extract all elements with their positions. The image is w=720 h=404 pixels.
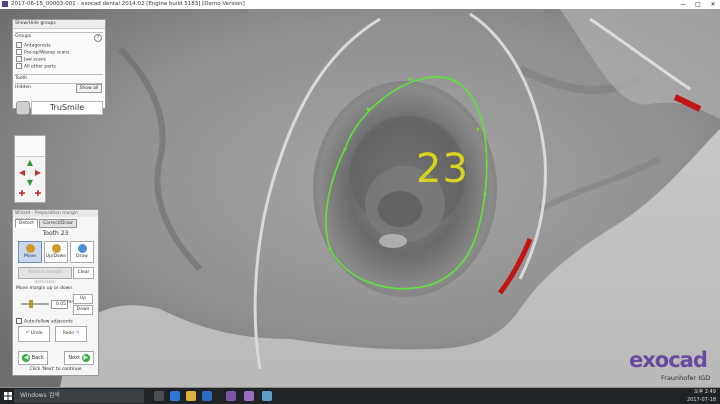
3d-viewport[interactable]: 23 Show/Hide groups Groups ? Antagonists… [0,9,720,387]
app-taskbar-icon[interactable] [262,391,272,401]
help-icon[interactable]: ? [94,34,102,42]
group-item-label: Jaw scans [24,57,46,63]
close-button[interactable]: ✕ [706,0,720,9]
redo-icon: ↷ [75,331,80,336]
checkbox-icon[interactable] [16,42,22,48]
draw-label: Draw [76,254,88,259]
auto-follow-checkbox[interactable]: Auto-follow adjacents [16,318,73,325]
move-mode-button[interactable]: Move [18,241,42,263]
view-top-icon[interactable]: ▲ [25,158,35,168]
down-button[interactable]: Down [73,305,93,315]
checkbox-icon[interactable] [16,56,22,62]
store-icon[interactable] [202,391,212,401]
draw-mode-button[interactable]: Draw [70,241,94,263]
tooth-section-label: Tooth [15,76,28,81]
group-item-other-parts[interactable]: All other parts [16,63,56,70]
exocad-logo: exocad Fraunhofer IGD [625,348,720,388]
clock-time: 오후 2:49 [693,389,716,395]
up-down-mode-button[interactable]: Up/Down [44,241,68,263]
taskbar: Windows 검색 오후 2:49 2017-07-18 [0,388,720,404]
move-label: Move [23,254,37,259]
trusmile-button[interactable]: TruSmile [31,101,103,115]
groups-section-label: Groups [15,34,32,39]
wizard-hint: Click 'Next' to continue [29,367,82,372]
hidden-section-label: Hidden [15,85,31,90]
file-explorer-icon[interactable] [186,391,196,401]
group-item-preop[interactable]: Pre-op/Waxup scans [16,49,69,56]
redo-label: Redo [62,331,75,336]
next-label: Next [68,355,81,361]
undo-label: Undo [30,331,43,336]
tooth-section[interactable]: Tooth [15,74,103,83]
undo-button[interactable]: ↶ Undo [18,326,50,342]
group-item-label: All other parts [24,64,57,70]
move-margin-label: Move margin up or down [16,286,73,291]
view-cube[interactable] [15,136,45,157]
window-title: 2017-06-15_00003-001 - exocad dental 201… [11,1,245,7]
fraunhofer-label: Fraunhofer [661,374,697,382]
groups-panel: Show/Hide groups Groups ? Antagonists Pr… [12,19,106,115]
group-item-label: Antagonists [24,43,51,49]
dental-scan-render [0,9,720,387]
offset-slider-track[interactable] [21,303,49,305]
maximize-button[interactable]: □ [691,0,705,9]
exocad-taskbar-icon[interactable] [226,391,236,401]
group-item-label: Pre-op/Waxup scans [24,50,70,56]
next-button[interactable]: Next ▶ [64,351,94,365]
back-label: Back [31,355,44,361]
fraunhofer-wordmark: Fraunhofer IGD [661,374,710,382]
windows-search-box[interactable]: Windows 검색 [14,389,144,403]
move-icon [25,244,35,253]
checkbox-icon[interactable] [16,49,22,55]
trusmile-row: TruSmile [15,101,103,115]
groups-panel-header: Show/Hide groups [13,20,105,29]
exocad-taskbar-icon-2[interactable] [244,391,254,401]
checkbox-icon[interactable] [16,63,22,69]
view-right-icon[interactable]: ▶ [33,168,43,178]
show-all-button[interactable]: Show all [76,84,102,93]
checkbox-icon[interactable] [16,318,22,324]
offset-slider-knob[interactable] [29,300,33,308]
edge-icon[interactable] [170,391,180,401]
clear-button[interactable]: Clear [73,267,94,279]
wizard-tabs: Detect Correct/Draw [15,219,78,228]
group-item-antagonists[interactable]: Antagonists [16,42,51,49]
view-back-icon[interactable]: ✚ [33,189,43,199]
redo-button[interactable]: Redo ↷ [55,326,87,342]
wizard-tooth-title: Tooth 23 [42,230,69,237]
wizard-header: Wizard - Preparation margin detection [13,210,98,223]
view-bottom-icon[interactable]: ▼ [25,178,35,188]
draw-icon [77,244,87,253]
tooth-icon[interactable] [16,101,30,115]
system-clock[interactable]: 오후 2:49 2017-07-18 [687,388,716,404]
view-front-icon[interactable]: ✚ [17,189,27,199]
view-left-icon[interactable]: ◀ [17,168,27,178]
auto-follow-label: Auto-follow adjacents [24,319,73,325]
up-button[interactable]: Up [73,294,93,304]
tab-detect[interactable]: Detect [15,219,39,228]
exocad-wordmark: exocad [629,348,708,372]
up-down-icon [51,244,61,253]
clock-date: 2017-07-18 [686,397,716,403]
up-down-label: Up/Down [45,254,67,259]
exocad-app-icon [2,1,8,7]
minimize-button[interactable]: — [676,0,690,9]
task-view-icon[interactable] [154,391,164,401]
arrow-left-icon: ◀ [22,353,31,362]
back-button[interactable]: ◀ Back [18,351,48,365]
offset-value-field[interactable]: 0.05 [51,300,68,309]
group-item-jaw-scans[interactable]: Jaw scans [16,56,46,63]
view-toolbar: ▲ ◀ ▶ ▼ ✚ ✚ [14,135,46,203]
undo-icon: ↶ [25,331,30,336]
tooth-number-label: 23 [416,146,469,192]
tab-correct-draw[interactable]: Correct/Draw [39,219,77,228]
arrow-right-icon: ▶ [81,353,90,362]
igd-label: IGD [698,374,711,382]
windows-start-icon[interactable] [4,392,12,400]
groups-section[interactable]: Groups ? [15,32,103,42]
restart-detection-button[interactable]: Restart margin detection [18,267,72,285]
wizard-panel: Wizard - Preparation margin detection De… [12,209,99,376]
